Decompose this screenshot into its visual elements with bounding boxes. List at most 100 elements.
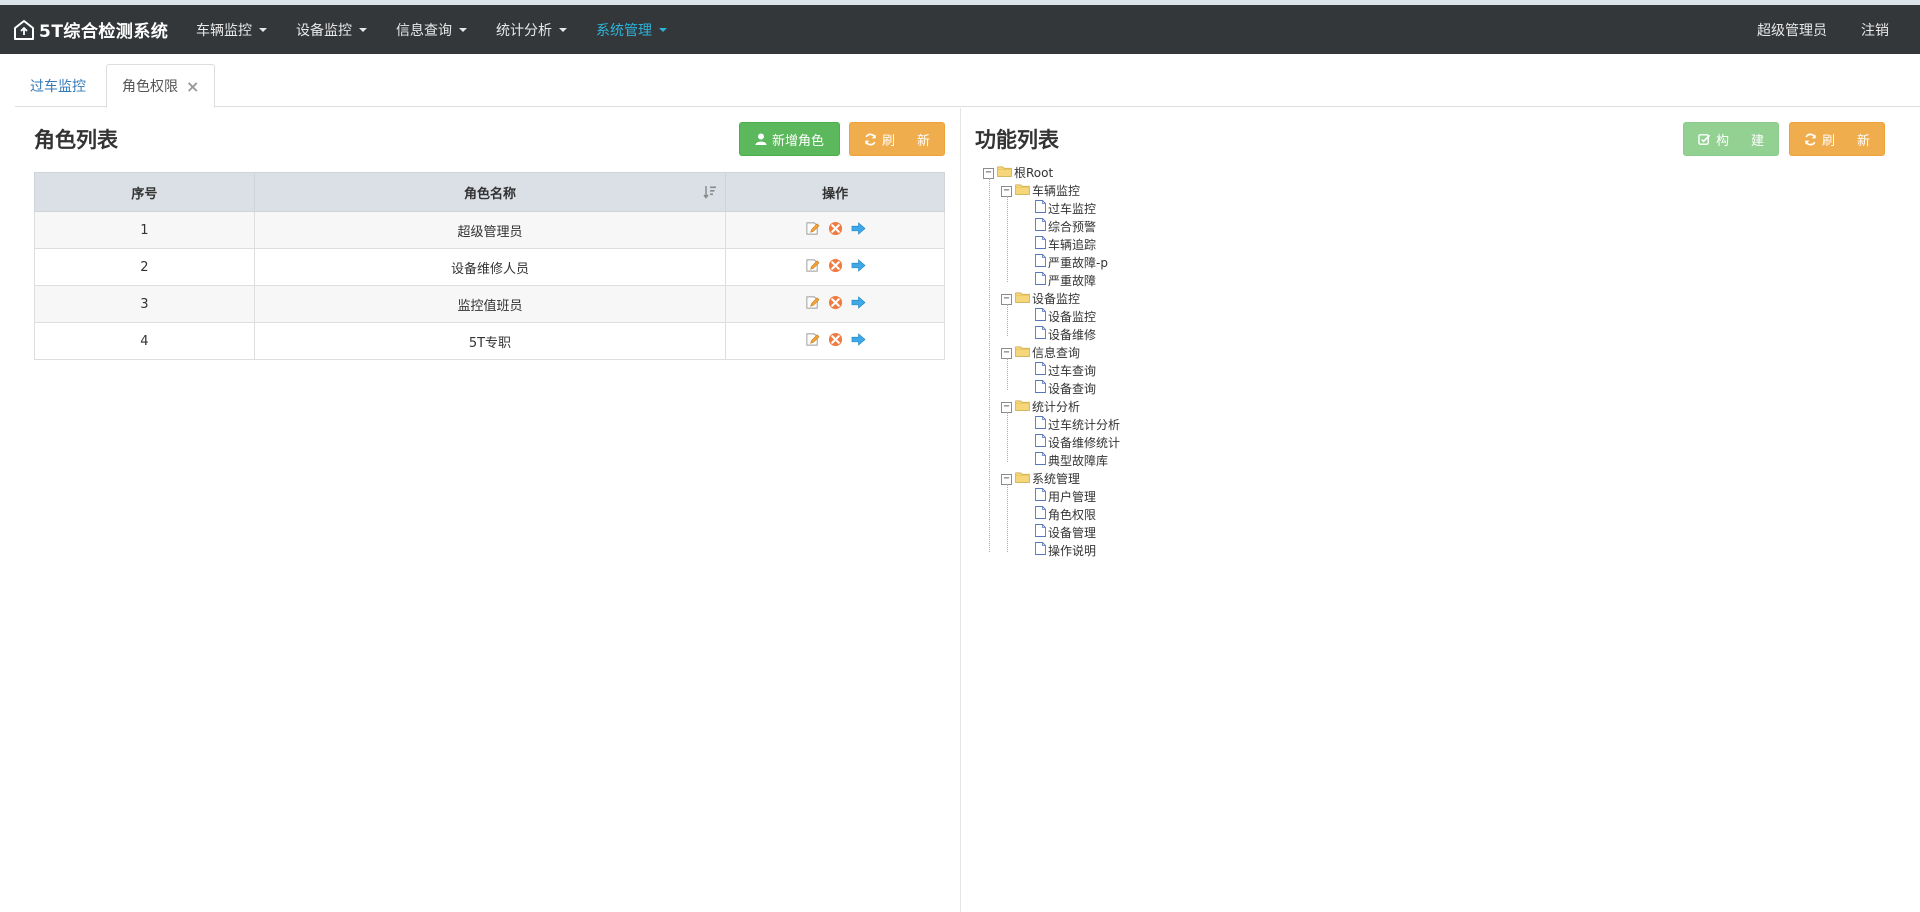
cell-actions: [725, 285, 945, 323]
tree-node-label: 设备监控: [1048, 310, 1097, 324]
collapse-toggle-icon[interactable]: −: [983, 167, 994, 179]
nav-menu-device-monitor[interactable]: 设备监控: [296, 5, 367, 54]
nav-menu-info-query[interactable]: 信息查询: [396, 5, 467, 54]
tree-leaf-node[interactable]: 设备维修: [983, 326, 1120, 344]
delete-icon[interactable]: [828, 295, 843, 314]
table-row[interactable]: 3 监控值班员: [34, 285, 945, 323]
cell-index: 4: [34, 322, 255, 360]
tree-leaf-node[interactable]: 车辆追踪: [983, 236, 1120, 254]
file-icon: [1035, 506, 1046, 524]
refresh-functions-button[interactable]: 刷新: [1789, 122, 1885, 156]
cell-role-name: 监控值班员: [253, 285, 727, 323]
delete-icon[interactable]: [828, 258, 843, 277]
collapse-toggle-icon[interactable]: −: [1001, 473, 1012, 485]
file-icon: [1035, 542, 1046, 560]
tree-leaf-node[interactable]: 用户管理: [983, 488, 1120, 506]
tree-node-label: 设备监控: [1032, 292, 1081, 306]
folder-icon: [997, 164, 1012, 182]
tree-node-label: 过车监控: [1048, 202, 1097, 216]
assign-icon[interactable]: [851, 258, 866, 277]
file-icon: [1035, 380, 1046, 398]
table-row[interactable]: 4 5T专职: [34, 322, 945, 360]
tree-connector: [989, 178, 990, 552]
nav-menu-label: 车辆监控: [196, 22, 252, 39]
delete-icon[interactable]: [828, 221, 843, 240]
edit-icon[interactable]: [805, 221, 820, 240]
tree-folder-node[interactable]: − 系统管理: [983, 470, 1120, 488]
caret-down-icon: [359, 27, 367, 32]
cell-role-name: 5T专职: [253, 322, 727, 360]
cell-actions: [725, 211, 945, 249]
tree-node-label: 综合预警: [1048, 220, 1097, 234]
tree-leaf-node[interactable]: 角色权限: [983, 506, 1120, 524]
tree-node-label: 严重故障: [1048, 274, 1097, 288]
roles-table: 序号 角色名称 操作 1 超级管理员 2 设备维修人员 3 监控值班员 4 5T专职: [34, 172, 945, 360]
tree-leaf-node[interactable]: 严重故障-p: [983, 254, 1120, 272]
tree-leaf-node[interactable]: 设备管理: [983, 524, 1120, 542]
roles-panel-title: 角色列表: [34, 128, 118, 152]
cell-index: 2: [34, 248, 255, 286]
tree-folder-node[interactable]: − 统计分析: [983, 398, 1120, 416]
tree-node-label: 过车查询: [1048, 364, 1097, 378]
tree-folder-node[interactable]: − 车辆监控: [983, 182, 1120, 200]
tree-leaf-node[interactable]: 过车查询: [983, 362, 1120, 380]
nav-menu-statistics[interactable]: 统计分析: [496, 5, 567, 54]
edit-icon[interactable]: [805, 295, 820, 314]
home-icon: [14, 19, 34, 40]
table-row[interactable]: 2 设备维修人员: [34, 248, 945, 286]
refresh-roles-button[interactable]: 刷新: [849, 122, 945, 156]
tree-leaf-node[interactable]: 操作说明: [983, 542, 1120, 560]
user-name: 超级管理员: [1757, 22, 1827, 39]
nav-menu-vehicle-monitor[interactable]: 车辆监控: [196, 5, 267, 54]
tree-connector: [1007, 484, 1008, 552]
column-header-index[interactable]: 序号: [34, 172, 255, 212]
collapse-toggle-icon[interactable]: −: [1001, 185, 1012, 197]
tree-leaf-node[interactable]: 过车监控: [983, 200, 1120, 218]
collapse-toggle-icon[interactable]: −: [1001, 347, 1012, 359]
column-header-role-name[interactable]: 角色名称: [253, 172, 727, 212]
edit-icon[interactable]: [805, 332, 820, 351]
file-icon: [1035, 416, 1046, 434]
collapse-toggle-icon[interactable]: −: [1001, 293, 1012, 305]
add-role-button[interactable]: 新增角色: [739, 122, 840, 156]
nav-user[interactable]: 超级管理员: [1757, 5, 1827, 54]
collapse-toggle-icon[interactable]: −: [1001, 401, 1012, 413]
tree-leaf-node[interactable]: 严重故障: [983, 272, 1120, 290]
tree-node-label: 统计分析: [1032, 400, 1081, 414]
tree-leaf-node[interactable]: 设备维修统计: [983, 434, 1120, 452]
nav-menu-label: 信息查询: [396, 22, 452, 39]
tree-node-label: 设备维修统计: [1048, 436, 1121, 450]
tree-leaf-node[interactable]: 过车统计分析: [983, 416, 1120, 434]
table-row[interactable]: 1 超级管理员: [34, 211, 945, 249]
tree-folder-node[interactable]: − 信息查询: [983, 344, 1120, 362]
nav-menu-system-admin[interactable]: 系统管理: [596, 5, 667, 54]
file-icon: [1035, 452, 1046, 470]
tree-leaf-node[interactable]: 设备查询: [983, 380, 1120, 398]
column-header-actions: 操作: [725, 172, 945, 212]
file-icon: [1035, 254, 1046, 272]
tree-node-label: 设备维修: [1048, 328, 1097, 342]
logout-link[interactable]: 注销: [1861, 5, 1889, 54]
tab-vehicle-monitor[interactable]: 过车监控: [15, 64, 101, 107]
delete-icon[interactable]: [828, 332, 843, 351]
tree-folder-node[interactable]: − 设备监控: [983, 290, 1120, 308]
edit-icon[interactable]: [805, 258, 820, 277]
assign-icon[interactable]: [851, 221, 866, 240]
close-icon[interactable]: ×: [186, 77, 199, 96]
file-icon: [1035, 524, 1046, 542]
nav-menu-label: 统计分析: [496, 22, 552, 39]
caret-down-icon: [659, 27, 667, 32]
cell-actions: [725, 248, 945, 286]
caret-down-icon: [259, 27, 267, 32]
assign-icon[interactable]: [851, 295, 866, 314]
sort-icon[interactable]: [703, 185, 717, 199]
tree-leaf-node[interactable]: 综合预警: [983, 218, 1120, 236]
add-role-label: 新增角色: [771, 133, 824, 149]
brand[interactable]: 5T综合检测系统: [13, 5, 168, 54]
tab-role-permission[interactable]: 角色权限 ×: [106, 64, 216, 108]
assign-icon[interactable]: [851, 332, 866, 351]
tree-leaf-node[interactable]: 典型故障库: [983, 452, 1120, 470]
build-button[interactable]: 构建: [1683, 122, 1779, 156]
tree-folder-node[interactable]: − 根Root: [983, 164, 1120, 182]
tree-leaf-node[interactable]: 设备监控: [983, 308, 1120, 326]
